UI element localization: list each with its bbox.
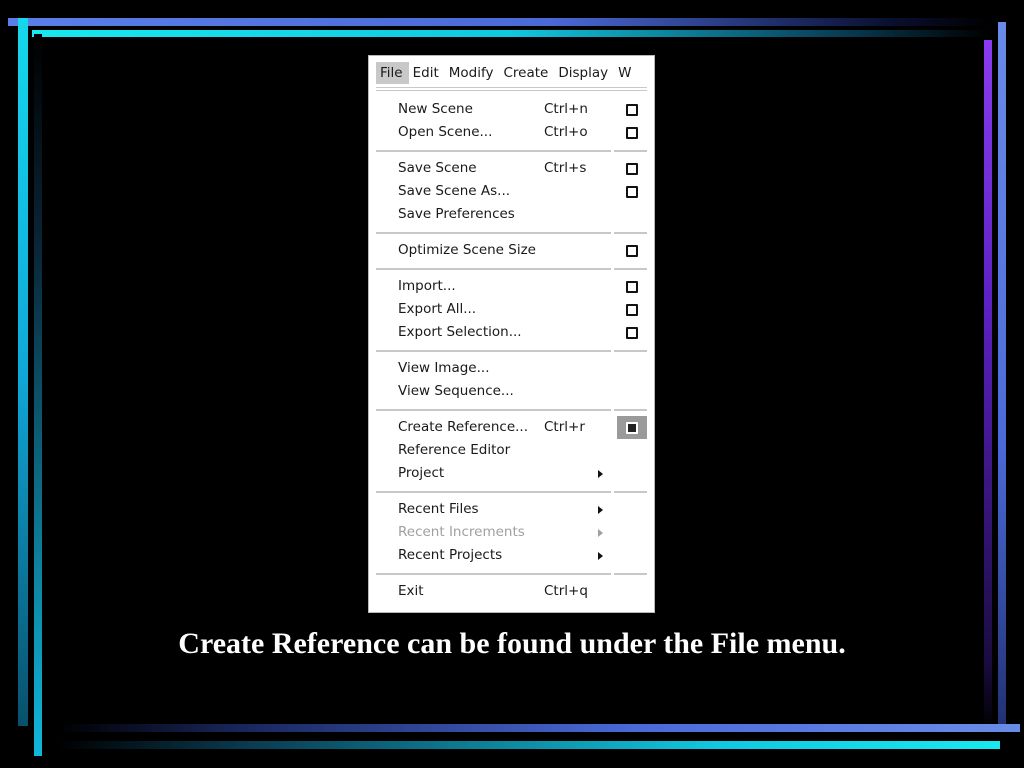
menu-item-label: New Scene <box>398 101 473 117</box>
menubar-item-file[interactable]: File <box>376 62 409 84</box>
menu-separator <box>376 262 648 275</box>
option-box-icon[interactable] <box>617 416 647 439</box>
menu-separator <box>376 226 648 239</box>
menu-item-export-selection[interactable]: Export Selection... <box>376 321 648 344</box>
menu-item-label: Export Selection... <box>398 324 522 340</box>
menu-item-project[interactable]: Project <box>376 462 648 485</box>
frame-bar-left-cyan <box>18 18 28 726</box>
menu-item-optimize-scene-size[interactable]: Optimize Scene Size <box>376 239 648 262</box>
menu-item-exit[interactable]: Exit Ctrl+q <box>376 580 648 603</box>
option-box-icon[interactable] <box>617 180 647 203</box>
submenu-arrow-icon <box>598 506 603 514</box>
menu-item-shortcut: Ctrl+q <box>544 583 588 599</box>
menu-item-label: Open Scene... <box>398 124 493 140</box>
menu-item-label: Save Scene <box>398 160 477 176</box>
option-box-icon[interactable] <box>617 298 647 321</box>
file-menu-screenshot: File Edit Modify Create Display W New Scene Ct… <box>368 55 655 613</box>
frame-bar-bottom-blue <box>58 724 1020 732</box>
submenu-arrow-icon <box>598 552 603 560</box>
menu-item-new-scene[interactable]: New Scene Ctrl+n <box>376 98 648 121</box>
menu-item-label: View Image... <box>398 360 490 376</box>
menu-item-label: Reference Editor <box>398 442 511 458</box>
menu-item-label: View Sequence... <box>398 383 514 399</box>
frame-bar-bottom-cyan <box>58 741 1000 749</box>
option-box-glyph <box>626 303 638 316</box>
menu-item-import[interactable]: Import... <box>376 275 648 298</box>
menu-item-label: Create Reference... <box>398 419 529 435</box>
option-box-icon[interactable] <box>617 157 647 180</box>
menu-item-shortcut: Ctrl+s <box>544 160 587 176</box>
menu-item-label: Optimize Scene Size <box>398 242 536 258</box>
submenu-arrow-icon <box>598 529 603 537</box>
option-box-glyph <box>626 185 638 198</box>
menu-separator <box>376 485 648 498</box>
menu-item-label: Recent Increments <box>398 524 525 540</box>
option-box-glyph <box>626 103 638 116</box>
menu-item-shortcut: Ctrl+o <box>544 124 588 140</box>
option-box-glyph <box>626 326 638 339</box>
menu-tear-off-line[interactable] <box>376 90 647 91</box>
menu-item-label: Exit <box>398 583 424 599</box>
menu-separator <box>376 344 648 357</box>
menu-item-label: Recent Projects <box>398 547 503 563</box>
frame-bar-top-cyan <box>32 30 990 37</box>
menu-item-label: Recent Files <box>398 501 479 517</box>
option-box-glyph <box>626 280 638 293</box>
menubar-item-w[interactable]: W <box>614 62 631 84</box>
file-menu-dropdown: New Scene Ctrl+n Open Scene... Ctrl+o Save S… <box>376 98 648 603</box>
option-box-icon[interactable] <box>617 98 647 121</box>
menubar-item-display[interactable]: Display <box>554 62 614 84</box>
menu-item-view-sequence[interactable]: View Sequence... <box>376 380 648 403</box>
menu-item-shortcut: Ctrl+r <box>544 419 585 435</box>
slide-caption: Create Reference can be found under the … <box>178 627 846 660</box>
option-box-icon[interactable] <box>617 121 647 144</box>
option-box-glyph <box>626 421 638 434</box>
menu-item-open-scene[interactable]: Open Scene... Ctrl+o <box>376 121 648 144</box>
menubar-item-modify[interactable]: Modify <box>445 62 500 84</box>
menu-item-label: Save Preferences <box>398 206 515 222</box>
frame-bar-right-blue <box>998 22 1006 732</box>
menu-item-create-reference[interactable]: Create Reference... Ctrl+r <box>376 416 648 439</box>
menu-separator <box>376 403 648 416</box>
option-box-glyph <box>626 244 638 257</box>
menu-item-save-scene-as[interactable]: Save Scene As... <box>376 180 648 203</box>
menu-item-label: Project <box>398 465 445 481</box>
menu-bar: File Edit Modify Create Display W <box>376 62 654 84</box>
option-box-glyph <box>626 162 638 175</box>
menu-item-label: Export All... <box>398 301 477 317</box>
menu-item-export-all[interactable]: Export All... <box>376 298 648 321</box>
menu-item-reference-editor[interactable]: Reference Editor <box>376 439 648 462</box>
submenu-arrow-icon <box>598 470 603 478</box>
option-box-icon[interactable] <box>617 321 647 344</box>
menu-tear-off-line <box>376 87 647 88</box>
menu-item-label: Import... <box>398 278 456 294</box>
menu-item-recent-projects[interactable]: Recent Projects <box>376 544 648 567</box>
menubar-item-create[interactable]: Create <box>499 62 554 84</box>
option-box-glyph <box>626 126 638 139</box>
menu-separator <box>376 144 648 157</box>
menubar-item-edit[interactable]: Edit <box>409 62 445 84</box>
menu-item-view-image[interactable]: View Image... <box>376 357 648 380</box>
menu-item-recent-increments: Recent Increments <box>376 521 648 544</box>
option-box-icon[interactable] <box>617 239 647 262</box>
option-box-icon[interactable] <box>617 275 647 298</box>
frame-bar-top-blue <box>8 18 990 26</box>
menu-item-label: Save Scene As... <box>398 183 511 199</box>
menu-item-save-scene[interactable]: Save Scene Ctrl+s <box>376 157 648 180</box>
menu-item-recent-files[interactable]: Recent Files <box>376 498 648 521</box>
menu-item-shortcut: Ctrl+n <box>544 101 588 117</box>
menu-separator <box>376 567 648 580</box>
menu-item-save-preferences[interactable]: Save Preferences <box>376 203 648 226</box>
